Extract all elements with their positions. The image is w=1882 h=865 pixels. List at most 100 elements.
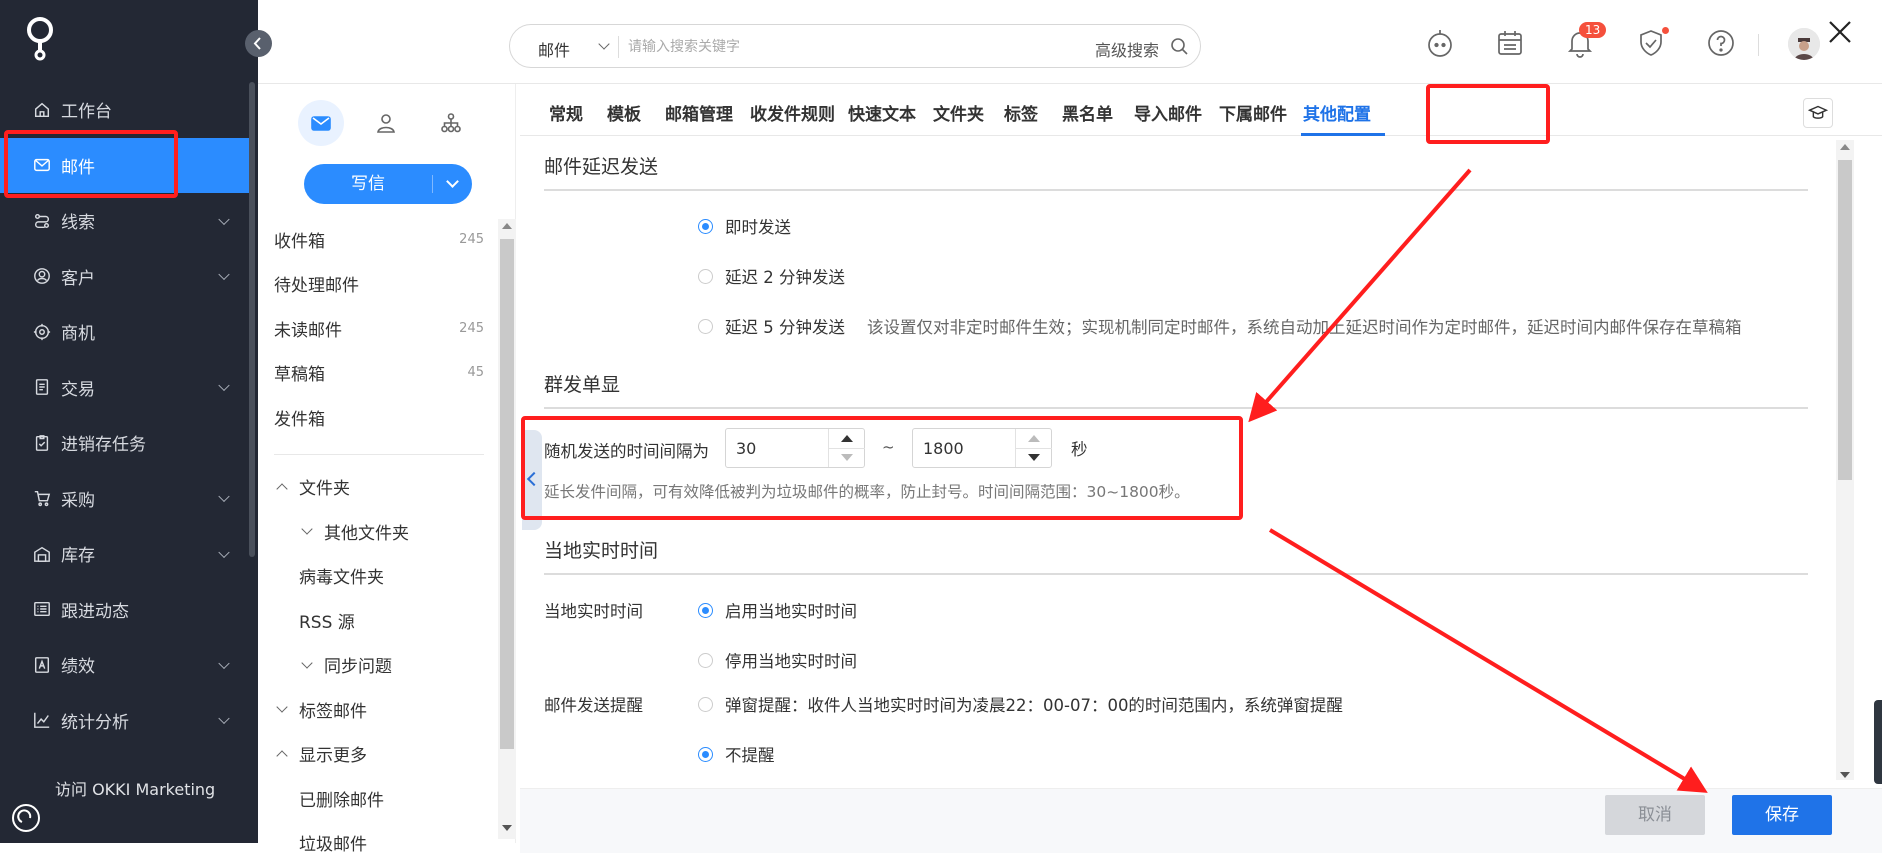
search-input[interactable] [628, 33, 1068, 61]
folder-item[interactable]: 待处理邮件 [274, 262, 484, 307]
nav-scrollbar[interactable] [249, 82, 255, 557]
nav-item[interactable]: 采购 [0, 471, 250, 527]
mail-tab-icon[interactable] [298, 100, 344, 146]
settings-tab[interactable]: 黑名单 [1062, 100, 1113, 125]
folder-group-item[interactable]: 标签邮件 [274, 687, 484, 732]
assistant-icon[interactable] [1425, 28, 1457, 60]
calendar-icon[interactable] [1495, 28, 1527, 60]
search-mode-select[interactable]: 邮件 [538, 37, 570, 61]
main-scrollbar[interactable] [1836, 140, 1854, 780]
min-interval-input[interactable] [736, 437, 826, 459]
settings-tab[interactable]: 导入邮件 [1134, 100, 1202, 125]
settings-tab[interactable]: 邮箱管理 [665, 100, 733, 125]
nav-item[interactable]: 工作台 [0, 82, 250, 138]
radio-dot[interactable] [698, 319, 713, 334]
radio-delay-2[interactable]: 延迟 2 分钟发送 [698, 264, 845, 288]
folder-group-item[interactable]: 显示更多 [274, 732, 484, 777]
close-icon[interactable] [1826, 18, 1854, 46]
settings-tab[interactable]: 其他配置 [1303, 100, 1371, 125]
radio-disable-local-time[interactable]: 停用当地实时时间 [698, 648, 857, 672]
folder-label[interactable]: 发件箱 [274, 405, 325, 430]
cancel-button[interactable]: 取消 [1605, 795, 1705, 835]
folder-label[interactable]: 收件箱 [274, 227, 325, 252]
folder-label[interactable]: RSS 源 [299, 608, 355, 633]
compose-button[interactable]: 写信 [304, 164, 472, 204]
chevron-down-icon[interactable] [301, 524, 312, 535]
folder-group-item[interactable]: 垃圾邮件 [274, 821, 484, 865]
nav-item[interactable]: 商机 [0, 304, 250, 360]
radio-instant-send[interactable]: 即时发送 [698, 214, 791, 238]
folder-label[interactable]: 草稿箱 [274, 360, 325, 385]
nav-item[interactable]: 进销存任务 [0, 415, 250, 471]
folder-label[interactable]: 未读邮件 [274, 316, 342, 341]
radio-no-reminder[interactable]: 不提醒 [698, 742, 775, 766]
org-tab-icon[interactable] [428, 100, 474, 146]
radio-dot[interactable] [698, 219, 713, 234]
radio-popup-reminder[interactable]: 弹窗提醒：收件人当地实时时间为凌晨22：00-07：00的时间范围内，系统弹窗提… [698, 692, 1343, 716]
chevron-down-icon[interactable] [218, 546, 229, 557]
folder-group-item[interactable]: 其他文件夹 [274, 509, 484, 554]
graduation-cap-icon[interactable] [1803, 98, 1833, 128]
chevron-up-icon[interactable] [276, 483, 287, 494]
chevron-down-icon[interactable] [598, 38, 609, 49]
nav-item[interactable]: 邮件 [0, 138, 250, 194]
decrement-button[interactable] [1016, 448, 1052, 467]
radio-dot[interactable] [698, 653, 713, 668]
folder-label[interactable]: 文件夹 [299, 474, 350, 499]
save-button[interactable]: 保存 [1732, 795, 1832, 835]
collapse-nav-button[interactable] [245, 30, 272, 57]
folder-label[interactable]: 同步问题 [324, 652, 392, 677]
folder-group-item[interactable]: 病毒文件夹 [274, 554, 484, 599]
compose-label[interactable]: 写信 [304, 164, 432, 204]
chevron-down-icon[interactable] [218, 213, 229, 224]
sidebar-scrollbar[interactable] [498, 219, 516, 839]
settings-tab[interactable]: 模板 [607, 100, 641, 125]
chevron-down-icon[interactable] [218, 269, 229, 280]
advanced-search-link[interactable]: 高级搜索 [1095, 37, 1159, 61]
increment-button[interactable] [829, 429, 865, 448]
chevron-down-icon[interactable] [218, 491, 229, 502]
chevron-down-icon[interactable] [301, 657, 312, 668]
chevron-down-icon[interactable] [276, 702, 287, 713]
radio-delay-5[interactable]: 延迟 5 分钟发送该设置仅对非定时邮件生效；实现机制同定时邮件，系统自动加上延迟… [698, 314, 1742, 338]
folder-label[interactable]: 显示更多 [299, 741, 367, 766]
folder-group-item[interactable]: RSS 源 [274, 598, 484, 643]
folder-item[interactable]: 收件箱245 [274, 217, 484, 262]
avatar[interactable] [1788, 28, 1820, 60]
radio-dot[interactable] [698, 603, 713, 618]
radio-enable-local-time[interactable]: 启用当地实时时间 [698, 598, 857, 622]
chevron-down-icon[interactable] [218, 380, 229, 391]
nav-item[interactable]: 统计分析 [0, 693, 250, 749]
radio-dot[interactable] [698, 697, 713, 712]
radio-dot[interactable] [698, 269, 713, 284]
folder-item[interactable]: 未读邮件245 [274, 306, 484, 351]
decrement-button[interactable] [829, 448, 865, 467]
chevron-down-icon[interactable] [218, 657, 229, 668]
settings-tab[interactable]: 文件夹 [933, 100, 984, 125]
settings-tab[interactable]: 收发件规则 [750, 100, 835, 125]
folder-label[interactable]: 标签邮件 [299, 697, 367, 722]
folder-label[interactable]: 已删除邮件 [299, 786, 384, 811]
chevron-down-icon[interactable] [446, 175, 459, 188]
settings-tab[interactable]: 快速文本 [848, 100, 916, 125]
nav-item[interactable]: 线索 [0, 193, 250, 249]
contact-tab-icon[interactable] [363, 100, 409, 146]
help-icon[interactable] [1706, 28, 1738, 60]
okki-marketing-link[interactable]: 访问 OKKI Marketing [55, 776, 215, 800]
settings-tab[interactable]: 常规 [549, 100, 583, 125]
max-interval-stepper[interactable] [912, 428, 1052, 468]
nav-item[interactable]: 交易 [0, 360, 250, 416]
nav-item[interactable]: 绩效 [0, 637, 250, 693]
settings-tab[interactable]: 标签 [1004, 100, 1038, 125]
folder-group-item[interactable]: 文件夹 [274, 465, 484, 510]
spiral-icon[interactable] [10, 802, 42, 834]
radio-dot[interactable] [698, 747, 713, 762]
min-interval-stepper[interactable] [725, 428, 865, 468]
nav-item[interactable]: 跟进动态 [0, 582, 250, 638]
settings-tab[interactable]: 下属邮件 [1219, 100, 1287, 125]
folder-label[interactable]: 待处理邮件 [274, 271, 359, 296]
folder-item[interactable]: 发件箱 [274, 395, 484, 440]
folder-label[interactable]: 垃圾邮件 [299, 830, 367, 855]
folder-label[interactable]: 其他文件夹 [324, 519, 409, 544]
nav-item[interactable]: 库存 [0, 526, 250, 582]
